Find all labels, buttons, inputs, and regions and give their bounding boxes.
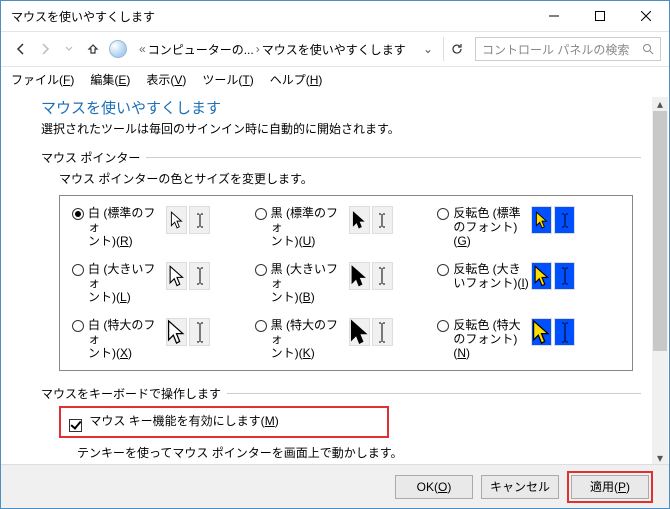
ibeam-preview xyxy=(372,206,393,234)
radio-button[interactable] xyxy=(72,208,84,220)
ibeam-preview xyxy=(372,262,393,290)
pointer-desc: マウス ポインターの色とサイズを変更します。 xyxy=(59,170,641,187)
pointer-option[interactable]: 黒 (特大のフォント)(K) xyxy=(255,318,438,360)
mousekeys-group-label: マウスをキーボードで操作します xyxy=(41,385,221,402)
pointer-option-label: 黒 (特大のフォント)(K) xyxy=(271,318,347,360)
pointer-option[interactable]: 白 (標準のフォント)(R) xyxy=(72,206,255,248)
vertical-scrollbar[interactable]: ▴ ▾ xyxy=(652,97,668,465)
pointer-option-label: 白 (大きいフォント)(L) xyxy=(88,262,164,304)
maximize-button[interactable] xyxy=(577,1,623,31)
cursor-preview xyxy=(531,262,552,290)
search-input[interactable]: コントロール パネルの検索 xyxy=(475,37,661,61)
back-button[interactable] xyxy=(9,37,33,61)
mousekeys-desc: テンキーを使ってマウス ポインターを画面上で動かします。 xyxy=(77,444,641,461)
pointer-option[interactable]: 黒 (大きいフォント)(B) xyxy=(255,262,438,304)
breadcrumb[interactable]: « コンピューターの... › マウスを使いやすくします ⌄ xyxy=(131,37,439,61)
cursor-preview xyxy=(166,262,187,290)
recent-dropdown[interactable] xyxy=(57,37,81,61)
enable-mousekeys-label[interactable]: マウス キー機能を有効にします(M) xyxy=(89,414,278,428)
page-heading: マウスを使いやすくします xyxy=(41,97,641,118)
minimize-button[interactable] xyxy=(531,1,577,31)
menubar: ファイル(F) 編集(E) 表示(V) ツール(T) ヘルプ(H) xyxy=(1,67,669,91)
menu-edit[interactable]: 編集(E) xyxy=(90,71,130,89)
up-button[interactable] xyxy=(81,37,105,61)
scroll-thumb[interactable] xyxy=(653,111,667,351)
cancel-button[interactable]: キャンセル xyxy=(481,475,559,499)
pointer-options-box: 白 (標準のフォント)(R) 黒 (標準のフォント)(U) 反転色 (標準のフォ… xyxy=(59,195,633,371)
pointer-option[interactable]: 黒 (標準のフォント)(U) xyxy=(255,206,438,248)
apply-button[interactable]: 適用(P) xyxy=(571,475,649,499)
pointer-option-label: 反転色 (大きいフォント)(I) xyxy=(453,262,529,290)
ibeam-preview xyxy=(189,262,210,290)
enable-mousekeys-row: マウス キー機能を有効にします(M) xyxy=(59,406,389,438)
refresh-button[interactable] xyxy=(443,37,469,61)
search-icon xyxy=(642,43,654,55)
pointer-option-label: 白 (特大のフォント)(X) xyxy=(88,318,164,360)
radio-button[interactable] xyxy=(437,320,449,332)
crumb-1[interactable]: コンピューターの... xyxy=(148,41,254,58)
radio-button[interactable] xyxy=(437,208,449,220)
menu-help[interactable]: ヘルプ(H) xyxy=(270,71,323,89)
forward-button[interactable] xyxy=(33,37,57,61)
menu-tools[interactable]: ツール(T) xyxy=(202,71,253,89)
radio-button[interactable] xyxy=(72,264,84,276)
cursor-preview xyxy=(531,206,552,234)
control-panel-icon xyxy=(109,40,127,58)
pointer-option[interactable]: 白 (特大のフォント)(X) xyxy=(72,318,255,360)
crumb-2[interactable]: マウスを使いやすくします xyxy=(262,41,406,58)
scroll-up-icon[interactable]: ▴ xyxy=(652,97,668,111)
ibeam-preview xyxy=(189,318,210,346)
pointer-option[interactable]: 白 (大きいフォント)(L) xyxy=(72,262,255,304)
pointer-option[interactable]: 反転色 (大きいフォント)(I) xyxy=(437,262,620,304)
pointer-option-label: 黒 (標準のフォント)(U) xyxy=(271,206,347,248)
scroll-down-icon[interactable]: ▾ xyxy=(652,451,668,465)
ibeam-preview xyxy=(189,206,210,234)
cursor-preview xyxy=(166,206,187,234)
cursor-preview xyxy=(349,262,370,290)
ok-button[interactable]: OK(O) xyxy=(395,475,473,499)
window-title: マウスを使いやすくします xyxy=(3,8,155,25)
cursor-preview xyxy=(166,318,187,346)
radio-button[interactable] xyxy=(255,208,267,220)
menu-file[interactable]: ファイル(F) xyxy=(11,71,74,89)
radio-button[interactable] xyxy=(255,320,267,332)
radio-button[interactable] xyxy=(72,320,84,332)
menu-view[interactable]: 表示(V) xyxy=(146,71,186,89)
pointer-option[interactable]: 反転色 (標準のフォント)(G) xyxy=(437,206,620,248)
ibeam-preview xyxy=(554,206,575,234)
close-button[interactable] xyxy=(623,1,669,31)
pointer-option-label: 黒 (大きいフォント)(B) xyxy=(271,262,347,304)
enable-mousekeys-checkbox[interactable] xyxy=(69,419,82,432)
cursor-preview xyxy=(349,318,370,346)
page-subheading: 選択されたツールは毎回のサインイン時に自動的に開始されます。 xyxy=(41,120,641,137)
ibeam-preview xyxy=(554,318,575,346)
pointer-group-label: マウス ポインター xyxy=(41,149,140,166)
ibeam-preview xyxy=(372,318,393,346)
pointer-option-label: 反転色 (標準のフォント)(G) xyxy=(453,206,529,248)
cursor-preview xyxy=(531,318,552,346)
radio-button[interactable] xyxy=(437,264,449,276)
radio-button[interactable] xyxy=(255,264,267,276)
cursor-preview xyxy=(349,206,370,234)
pointer-option-label: 反転色 (特大のフォント)(N) xyxy=(453,318,529,360)
ibeam-preview xyxy=(554,262,575,290)
pointer-option[interactable]: 反転色 (特大のフォント)(N) xyxy=(437,318,620,360)
pointer-option-label: 白 (標準のフォント)(R) xyxy=(88,206,164,248)
